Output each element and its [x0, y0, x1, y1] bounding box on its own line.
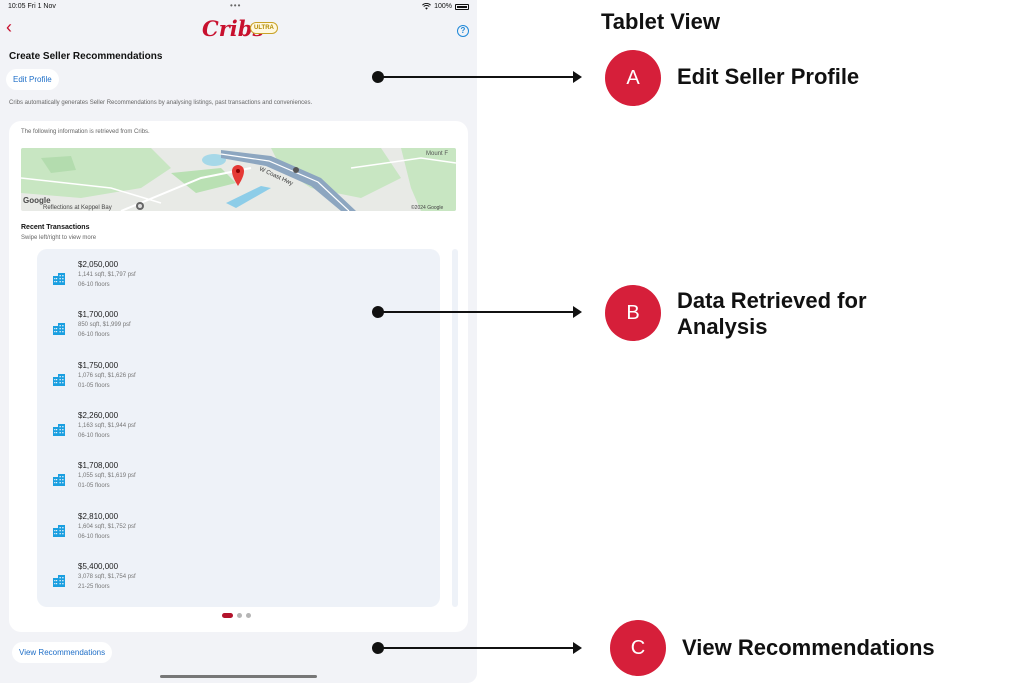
map-view[interactable]: W Coast Hwy Mount F Reflections at Keppe… — [21, 148, 456, 211]
transaction-row[interactable]: $2,810,000 1,604 sqft, $1,752 psf 06-10 fl… — [37, 509, 440, 555]
edit-profile-button[interactable]: Edit Profile — [6, 69, 59, 90]
building-icon — [53, 474, 65, 487]
transaction-price: $1,700,000 — [78, 310, 119, 320]
callout-c-badge: C — [610, 620, 666, 676]
screen: 10:05 Fri 1 Nov ••• 100% ‹ Cribs ULTRA ?… — [0, 0, 1024, 683]
callout-a-arrow-icon — [573, 71, 582, 83]
transaction-price: $1,708,000 — [78, 461, 119, 471]
transaction-floors: 06-10 floors — [78, 282, 110, 288]
map-copyright: ©2024 Google — [411, 204, 444, 211]
tablet-frame: 10:05 Fri 1 Nov ••• 100% ‹ Cribs ULTRA ?… — [0, 0, 477, 683]
transaction-detail: 1,076 sqft, $1,626 psf — [78, 372, 136, 379]
building-icon — [53, 323, 65, 336]
page-description: Cribs automatically generates Seller Rec… — [9, 100, 313, 106]
transaction-floors: 06-10 floors — [78, 533, 110, 540]
callout-a-label: Edit Seller Profile — [677, 64, 860, 89]
callout-b-arrow-icon — [573, 306, 582, 318]
status-bar: 10:05 Fri 1 Nov ••• 100% — [0, 0, 477, 14]
callout-a-line — [378, 76, 574, 78]
help-circle-icon[interactable]: ? — [457, 25, 469, 37]
transaction-row[interactable]: $1,750,000 1,076 sqft, $1,626 psf 01-05 fl… — [37, 358, 440, 404]
transaction-floors: 21-25 floors — [78, 583, 110, 590]
pager-dot[interactable] — [237, 613, 242, 618]
map-graphic: W Coast Hwy Mount F Reflections at Keppe… — [21, 148, 456, 211]
transaction-row[interactable]: $2,050,000 1,141 sqft, $1,797 psf 06-10 fl… — [37, 257, 440, 303]
transaction-detail: 1,604 sqft, $1,752 psf — [78, 523, 136, 530]
transaction-floors: 06-10 floors — [78, 432, 110, 439]
building-icon — [53, 524, 65, 537]
transaction-price: $2,050,000 — [78, 260, 119, 269]
transaction-detail: 1,163 sqft, $1,944 psf — [78, 422, 136, 429]
multitasking-dots[interactable]: ••• — [230, 1, 241, 10]
battery-percent: 100% — [434, 3, 452, 10]
transaction-detail: 1,141 sqft, $1,797 psf — [78, 272, 136, 278]
transaction-row[interactable]: $5,400,000 3,078 sqft, $1,754 psf 21-25 fl… — [37, 559, 440, 605]
transaction-detail: 1,055 sqft, $1,619 psf — [78, 473, 136, 480]
callout-b-label: Data Retrieved for Analysis — [677, 288, 867, 339]
map-area-label: Mount F — [426, 151, 448, 157]
transaction-price: $1,750,000 — [78, 360, 119, 370]
transaction-row[interactable]: $2,260,000 1,163 sqft, $1,944 psf 06-10 fl… — [37, 408, 440, 454]
carousel-pager[interactable] — [222, 613, 251, 618]
transaction-floors: 01-05 floors — [78, 382, 110, 389]
map-attribution: Google — [23, 196, 51, 205]
callout-b-badge: B — [605, 285, 661, 341]
transaction-detail: 3,078 sqft, $1,754 psf — [78, 573, 136, 580]
building-icon — [53, 273, 65, 285]
transaction-row[interactable]: $1,708,000 1,055 sqft, $1,619 psf 01-05 fl… — [37, 458, 440, 504]
swipe-hint: Swipe left/right to view more — [21, 235, 97, 241]
pager-dot[interactable] — [246, 613, 251, 618]
pager-dot[interactable] — [222, 613, 233, 618]
callout-a-badge: A — [605, 50, 661, 106]
annotation-title: Tablet View — [601, 9, 721, 34]
callout-b-line — [378, 311, 574, 313]
transaction-floors: 06-10 floors — [78, 332, 110, 339]
transaction-price: $5,400,000 — [78, 561, 119, 571]
transaction-price: $2,810,000 — [78, 511, 119, 521]
back-button[interactable]: ‹ — [6, 18, 12, 36]
transaction-floors: 01-05 floors — [78, 483, 110, 490]
callout-c-arrow-icon — [573, 642, 582, 654]
building-icon — [53, 574, 65, 587]
recent-transactions-title: Recent Transactions — [21, 224, 90, 231]
home-indicator[interactable] — [160, 675, 317, 678]
map-place-label: Reflections at Keppel Bay — [43, 205, 112, 211]
transaction-detail: 850 sqft, $1,999 psf — [78, 322, 131, 329]
transaction-price: $2,260,000 — [78, 410, 119, 420]
data-card: The following information is retrieved f… — [9, 121, 468, 632]
card-note: The following information is retrieved f… — [21, 129, 150, 135]
ultra-badge: ULTRA — [250, 22, 278, 34]
transactions-carousel-next-page[interactable] — [452, 249, 458, 607]
building-icon — [53, 373, 65, 386]
building-icon — [53, 423, 65, 436]
wifi-icon — [422, 3, 432, 10]
page-title: Create Seller Recommendations — [9, 51, 163, 62]
view-recommendations-button[interactable]: View Recommendations — [12, 642, 113, 663]
status-time: 10:05 Fri 1 Nov — [8, 3, 56, 10]
battery-icon — [455, 3, 469, 10]
callout-c-line — [378, 647, 574, 649]
nav-bar: ‹ Cribs ULTRA ? — [0, 14, 477, 44]
status-right: 100% — [422, 3, 469, 10]
transactions-carousel-page[interactable]: $2,050,000 1,141 sqft, $1,797 psf 06-10 fl… — [37, 249, 440, 607]
callout-c-label: View Recommendations — [682, 635, 935, 660]
